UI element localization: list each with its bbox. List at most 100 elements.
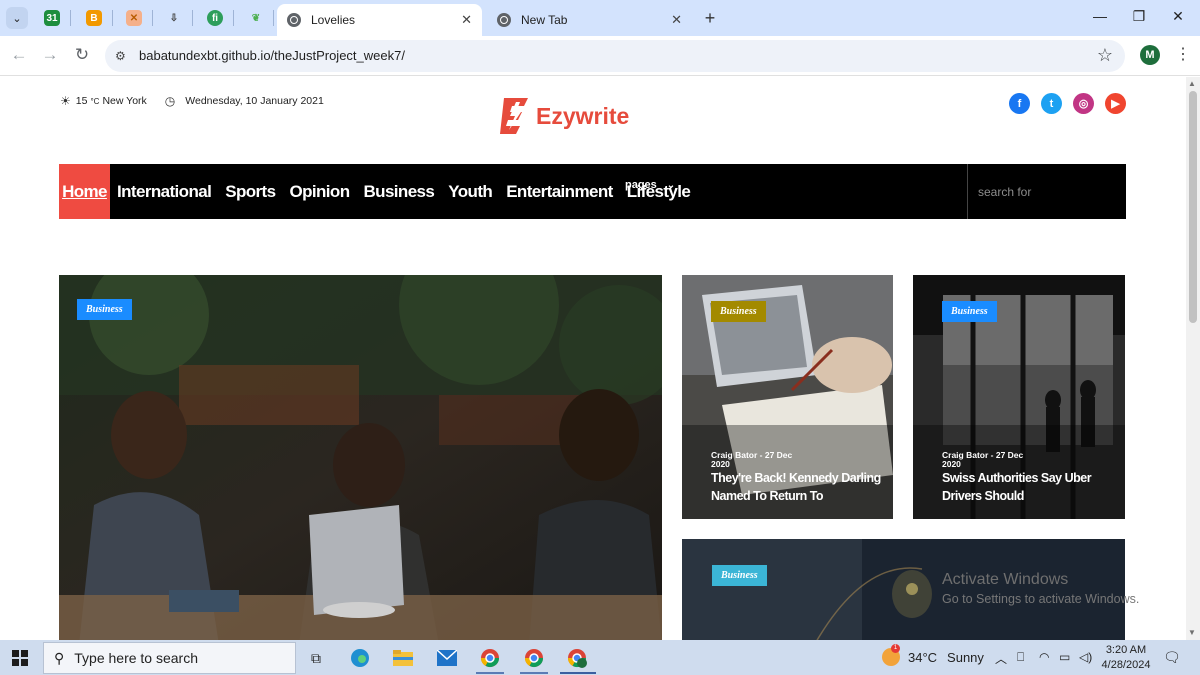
profile-avatar[interactable]: M (1140, 45, 1160, 65)
page-viewport: ☀ 15 °C New York ◷ Wednesday, 10 January… (0, 77, 1186, 640)
nav-item-home[interactable]: Home (59, 164, 110, 219)
search-input[interactable] (978, 184, 1118, 199)
file-explorer-icon[interactable] (392, 647, 414, 669)
taskbar-weather[interactable]: 1 34°C Sunny (882, 644, 984, 666)
pinned-tab-filter-icon[interactable]: ⇩ (166, 10, 182, 26)
taskbar-clock[interactable]: 3:20 AM 4/28/2024 (1100, 643, 1152, 673)
clock-time: 3:20 AM (1105, 644, 1147, 656)
article-title[interactable]: Swiss Authorities Say Uber Drivers Shoul… (942, 469, 1125, 505)
bookmark-star-icon[interactable]: ☆ (1097, 45, 1113, 66)
tab-new-tab[interactable]: New Tab ✕ (487, 4, 692, 36)
restore-icon[interactable]: ❐ (1127, 8, 1151, 25)
watermark-subtitle: Go to Settings to activate Windows. (942, 592, 1140, 606)
windows-start-icon[interactable] (12, 650, 28, 666)
taskbar-search-placeholder: Type here to search (74, 650, 199, 666)
task-view-icon[interactable]: ⧉ (305, 647, 327, 669)
pinned-tab-fi-icon[interactable]: fi (207, 10, 223, 26)
tab-lovelies[interactable]: Lovelies ✕ (277, 4, 482, 36)
nav-pages-dropdown[interactable]: pages ⌄ (625, 179, 675, 191)
battery-icon[interactable]: ▭ (1059, 650, 1070, 664)
new-tab-button[interactable]: + (700, 8, 720, 29)
site-info-icon[interactable]: ⚙ (115, 49, 129, 63)
reload-icon[interactable]: ↻ (71, 45, 93, 65)
edge-icon[interactable] (349, 647, 371, 669)
weather-sun-icon: ☀ (60, 94, 71, 108)
notification-center-icon[interactable]: 🗨 (1163, 649, 1181, 666)
category-badge[interactable]: Business (77, 299, 132, 320)
pinned-separator (112, 10, 113, 26)
active-app-indicator (476, 672, 504, 674)
close-window-icon[interactable]: ✕ (1166, 8, 1190, 25)
facebook-icon[interactable]: f (1009, 93, 1030, 114)
wifi-icon[interactable]: ◠ (1039, 650, 1049, 664)
show-hidden-icons-icon[interactable]: ︿ (995, 650, 1007, 667)
nav-item-international[interactable]: International (117, 182, 212, 202)
mail-icon[interactable] (436, 647, 458, 669)
forward-icon[interactable]: → (39, 45, 61, 65)
clock-icon: ◷ (164, 94, 176, 108)
chrome-icon[interactable] (479, 647, 501, 669)
nav-links: International Sports Opinion Business Yo… (117, 164, 704, 219)
tab-title: Lovelies (311, 13, 356, 27)
category-badge[interactable]: Business (942, 301, 997, 322)
back-icon[interactable]: ← (8, 45, 30, 65)
weather-alert-badge: 1 (891, 644, 900, 653)
category-badge[interactable]: Business (711, 301, 766, 322)
pinned-tab-layers-icon[interactable]: ✕ (126, 10, 142, 26)
taskbar-search-box[interactable]: ⚲ Type here to search (43, 642, 296, 674)
article-card[interactable]: Business Craig Bator - 27 Dec 2020 They'… (682, 275, 893, 519)
active-app-indicator (560, 672, 596, 674)
category-badge[interactable]: Business (712, 565, 767, 586)
pinned-tab-leaf-icon[interactable]: ❦ (248, 10, 264, 26)
nav-item-business[interactable]: Business (363, 182, 434, 202)
site-logo[interactable]: Ezywrite (500, 94, 629, 138)
scroll-thumb[interactable] (1189, 91, 1197, 323)
browser-toolbar: ← → ↻ ⚙ babatundexbt.github.io/theJustPr… (0, 36, 1200, 76)
close-tab-icon[interactable]: ✕ (461, 12, 472, 28)
pinned-separator (273, 10, 274, 26)
pinned-separator (192, 10, 193, 26)
pinned-tab-blogger-icon[interactable]: B (86, 10, 102, 26)
tab-search-dropdown-icon[interactable]: ⌄ (6, 7, 28, 29)
clock-date: 4/28/2024 (1101, 659, 1151, 671)
active-app-indicator (520, 672, 548, 674)
weather-unit: °C (90, 96, 100, 106)
nav-pages-label: pages (625, 179, 657, 191)
url-text[interactable]: babatundexbt.github.io/theJustProject_we… (139, 48, 405, 63)
page-scrollbar[interactable]: ▲ ▼ (1186, 77, 1200, 640)
nav-item-youth[interactable]: Youth (448, 182, 493, 202)
close-tab-icon[interactable]: ✕ (671, 12, 682, 28)
header-date: Wednesday, 10 January 2021 (185, 95, 324, 107)
address-bar[interactable]: ⚙ babatundexbt.github.io/theJustProject_… (105, 40, 1125, 72)
volume-icon[interactable]: ◁) (1079, 650, 1092, 664)
chrome-profile-icon[interactable] (523, 647, 545, 669)
article-title[interactable]: They're Back! Kennedy Darling Named To R… (711, 469, 893, 505)
pinned-tab-calendar-icon[interactable]: 31 (44, 10, 60, 26)
activate-windows-watermark: Activate Windows Go to Settings to activ… (942, 571, 1139, 606)
instagram-icon[interactable]: ◎ (1073, 93, 1094, 114)
pinned-separator (70, 10, 71, 26)
nav-item-sports[interactable]: Sports (225, 182, 276, 202)
chrome-profile-m-icon[interactable] (566, 647, 588, 669)
pinned-separator (152, 10, 153, 26)
weather-sun-icon: 1 (882, 644, 900, 666)
logo-text: Ezywrite (536, 102, 630, 129)
nav-search-box (967, 164, 1126, 219)
scroll-up-icon[interactable]: ▲ (1188, 79, 1196, 88)
hero-article-card[interactable]: Business (59, 275, 662, 640)
twitter-icon[interactable]: t (1041, 93, 1062, 114)
watermark-title: Activate Windows (942, 571, 1069, 588)
device-icon[interactable]: ⎕ (1017, 650, 1024, 665)
hero-image (59, 275, 662, 640)
header-info-bar: ☀ 15 °C New York ◷ Wednesday, 10 January… (60, 94, 324, 108)
youtube-icon[interactable]: ▶ (1105, 93, 1126, 114)
nav-item-entertainment[interactable]: Entertainment (506, 182, 613, 202)
scroll-down-icon[interactable]: ▼ (1188, 628, 1196, 637)
minimize-icon[interactable]: — (1088, 8, 1112, 24)
article-card[interactable]: Business Craig Bator - 27 Dec 2020 Swiss… (913, 275, 1125, 519)
menu-kebab-icon[interactable]: ⋮ (1175, 44, 1191, 64)
globe-icon (287, 13, 301, 27)
nav-item-opinion[interactable]: Opinion (289, 182, 350, 202)
social-links: f t ◎ ▶ (1009, 93, 1126, 114)
taskbar-temp: 34°C (908, 649, 938, 665)
